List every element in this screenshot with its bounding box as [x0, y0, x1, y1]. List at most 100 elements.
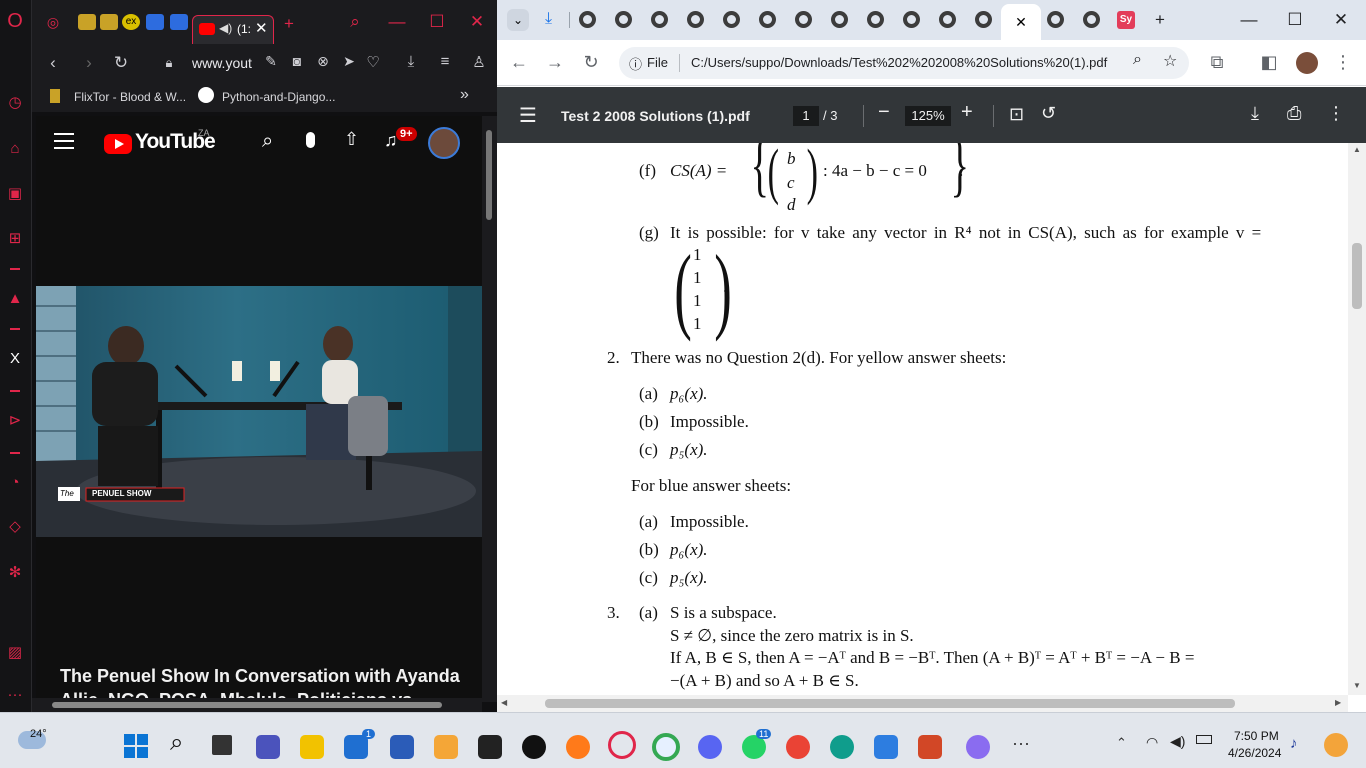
firefox-icon[interactable] — [566, 735, 590, 759]
hamburger-menu-icon[interactable] — [54, 133, 74, 149]
copilot-pre-icon[interactable] — [1324, 733, 1348, 757]
print-icon[interactable]: ⎙ — [1287, 103, 1301, 124]
tab-flixtor-2[interactable] — [100, 14, 118, 30]
scroll-thumb[interactable] — [52, 702, 442, 708]
x-twitter-icon[interactable]: X — [4, 348, 26, 370]
volume-icon[interactable]: ◀) — [1170, 733, 1185, 750]
history-icon[interactable]: ◔ — [4, 472, 26, 494]
tab-youtube-active[interactable]: ◀) (1: ✕ — [192, 15, 274, 45]
page-number-input[interactable]: 1 — [793, 106, 819, 126]
minimize-icon[interactable]: — — [386, 12, 408, 32]
profile-icon[interactable]: ♙ — [468, 53, 490, 71]
tab-web-13[interactable] — [1047, 11, 1064, 28]
scroll-thumb[interactable] — [486, 130, 492, 220]
heart-icon[interactable]: ♡ — [362, 53, 384, 71]
side-panel-icon[interactable]: ◧ — [1257, 52, 1281, 73]
bookmarks-overflow-icon[interactable]: » — [460, 86, 469, 104]
tab-video-call-2[interactable] — [170, 14, 188, 30]
tab-web-10[interactable] — [903, 11, 920, 28]
bookmark-flixtor[interactable]: FlixTor - Blood & W... — [74, 90, 186, 104]
tab-video-call[interactable] — [146, 14, 164, 30]
avatar[interactable] — [428, 127, 460, 159]
scroll-down-icon[interactable]: ▼ — [1353, 681, 1361, 690]
notifications-bell-icon[interactable]: ♪ — [1290, 735, 1298, 752]
opera-logo-icon[interactable]: O — [4, 10, 26, 32]
opera-horizontal-scrollbar[interactable] — [32, 698, 482, 712]
profile-avatar[interactable] — [1296, 52, 1318, 74]
snapshot-icon[interactable]: ◙ — [286, 53, 308, 69]
photos-icon[interactable] — [874, 735, 898, 759]
reload-icon[interactable]: ↻ — [579, 52, 603, 73]
easy-setup-icon[interactable]: ≡ — [434, 53, 456, 70]
url-text[interactable]: www.yout — [192, 55, 252, 71]
upload-icon[interactable]: ⇧ — [344, 129, 359, 150]
tab-web-6[interactable] — [759, 11, 776, 28]
fit-to-page-icon[interactable]: ⊡ — [1009, 104, 1024, 125]
scroll-up-icon[interactable]: ▲ — [1353, 145, 1361, 154]
zoom-level-input[interactable]: 125% — [905, 106, 951, 126]
chrome-taskbar-icon[interactable] — [652, 733, 680, 761]
tab-symbolab[interactable]: Sy — [1117, 11, 1135, 29]
tab-search-icon[interactable]: ⌕ — [344, 12, 366, 32]
tab-web-12[interactable] — [975, 11, 992, 28]
image-icon[interactable]: ▨ — [4, 642, 26, 664]
tab-pdf-active[interactable]: ✕ — [1001, 4, 1041, 40]
zoom-in-icon[interactable]: + — [961, 101, 973, 124]
github-desktop-icon[interactable] — [522, 735, 546, 759]
speaker-icon[interactable]: ◀) — [219, 21, 232, 35]
teams-icon[interactable] — [256, 735, 280, 759]
clock-date[interactable]: 4/26/2024 — [1228, 746, 1281, 760]
opera-vertical-scrollbar[interactable] — [482, 116, 497, 702]
pdf-horizontal-scrollbar[interactable]: ◀ ▶ — [497, 695, 1348, 712]
tab-close-icon[interactable]: ✕ — [1015, 14, 1027, 30]
microphone-icon[interactable] — [306, 132, 315, 148]
back-icon[interactable]: ‹ — [42, 53, 64, 73]
rotate-icon[interactable]: ↺ — [1041, 103, 1056, 124]
figma-icon[interactable] — [478, 735, 502, 759]
gamepad-icon[interactable]: ◎ — [44, 14, 62, 30]
tab-web-1[interactable] — [579, 11, 596, 28]
tab-web-2[interactable] — [615, 11, 632, 28]
clock-time[interactable]: 7:50 PM — [1234, 729, 1279, 743]
zoom-out-icon[interactable]: − — [878, 101, 890, 124]
close-window-icon[interactable]: ✕ — [1329, 10, 1353, 30]
tab-web-4[interactable] — [687, 11, 704, 28]
opera-taskbar-icon[interactable] — [608, 731, 636, 759]
taskbar-more-icon[interactable]: ··· — [1012, 733, 1030, 754]
cube-icon[interactable]: ◇ — [4, 516, 26, 538]
chrome-menu-icon[interactable]: ⋮ — [1331, 52, 1355, 73]
scroll-thumb[interactable] — [1352, 243, 1362, 309]
tab-web-14[interactable] — [1083, 11, 1100, 28]
search-icon[interactable]: ⌕ — [262, 130, 273, 153]
youtube-logo-icon[interactable] — [104, 134, 132, 154]
copilot-icon[interactable] — [966, 735, 990, 759]
tab-search-icon[interactable]: ⌄ — [507, 9, 529, 31]
pdf-sidebar-menu-icon[interactable]: ☰ — [519, 103, 537, 128]
start-windows-icon[interactable] — [124, 734, 148, 758]
scroll-left-icon[interactable]: ◀ — [501, 698, 507, 707]
maximize-icon[interactable]: ☐ — [426, 12, 448, 32]
tab-web-9[interactable] — [867, 11, 884, 28]
pdf-vertical-scrollbar[interactable]: ▲ ▼ — [1348, 143, 1366, 695]
new-tab-icon[interactable]: + — [278, 14, 300, 34]
edge-icon[interactable] — [830, 735, 854, 759]
info-icon[interactable]: ⓘ — [629, 54, 642, 73]
extensions-icon[interactable]: ⧉ — [1205, 52, 1229, 73]
new-tab-icon[interactable]: + — [1148, 10, 1172, 30]
weather-temp[interactable]: 24° — [30, 728, 47, 740]
tab-web-3[interactable] — [651, 11, 668, 28]
scheme-chip[interactable]: File — [647, 55, 668, 70]
back-icon[interactable]: ← — [507, 52, 531, 73]
forward-icon[interactable]: › — [78, 53, 100, 73]
powerpoint-icon[interactable] — [918, 735, 942, 759]
taskbar-search-icon[interactable]: ⌕ — [170, 729, 183, 757]
pdf-more-icon[interactable]: ⋮ — [1327, 103, 1345, 124]
tab-close-icon[interactable]: ✕ — [255, 19, 268, 37]
wifi-icon[interactable]: ◠ — [1146, 734, 1158, 751]
tab-web-8[interactable] — [831, 11, 848, 28]
close-window-icon[interactable]: ✕ — [466, 12, 488, 32]
chrome-profile-icon[interactable] — [786, 735, 810, 759]
shopping-icon[interactable]: ⌂ — [4, 138, 26, 160]
tab-flixtor[interactable] — [78, 14, 96, 30]
reload-icon[interactable]: ↻ — [110, 53, 132, 73]
